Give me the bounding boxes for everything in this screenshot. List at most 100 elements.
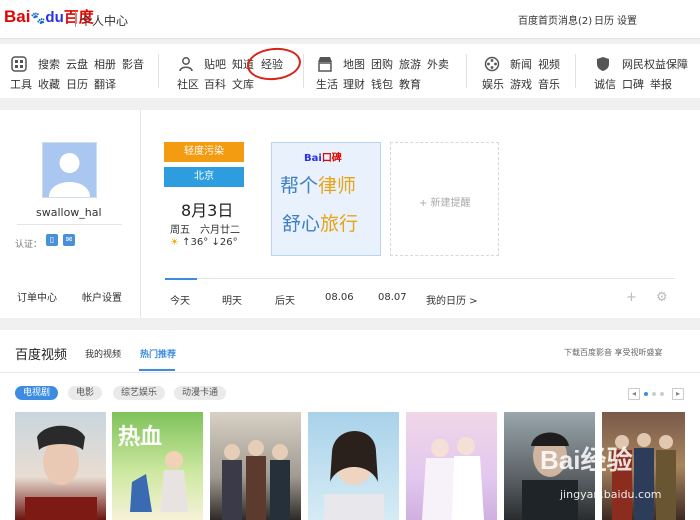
svc-travel[interactable]: 旅游 (399, 56, 421, 72)
temp-high: 36° (190, 237, 209, 248)
account-settings-link[interactable]: 帐户设置 (82, 289, 122, 304)
svc-entertainment[interactable]: 娱乐 (482, 76, 504, 92)
tab-hot-recommend[interactable]: 热门推荐 (140, 347, 176, 360)
grid-icon[interactable] (11, 56, 27, 72)
watermark: Bai经验 jingyan.baidu.com (540, 440, 690, 510)
temp-low: 26° (219, 237, 238, 248)
video-header: 百度视频 我的视频 热门推荐 下载百度影音 享受视听盛宴 (0, 330, 700, 373)
next-button[interactable]: ▸ (672, 388, 684, 400)
svc-wenku[interactable]: 文库 (232, 76, 254, 92)
gear-icon[interactable]: ⚙ (656, 290, 668, 305)
banner-brand-bai: Bai (304, 153, 322, 164)
svc-cloud[interactable]: 云盘 (66, 56, 88, 72)
link-settings[interactable]: 设置 (617, 12, 637, 27)
new-reminder-label: + 新建提醒 (419, 198, 471, 209)
video-poster[interactable]: 热血 (112, 412, 203, 520)
video-title: 百度视频 (15, 348, 68, 363)
username: swallow_hal (36, 206, 102, 219)
shop-icon[interactable] (317, 56, 333, 72)
banner-text: 舒心 (282, 213, 321, 235)
svc-report[interactable]: 举报 (650, 76, 672, 92)
sun-icon: ☀ (170, 237, 179, 248)
phone-icon[interactable]: ▯ (46, 234, 58, 246)
svc-video[interactable]: 视频 (538, 56, 560, 72)
cat-variety[interactable]: 综艺娱乐 (113, 386, 166, 400)
prev-button[interactable]: ◂ (628, 388, 640, 400)
svc-groupbuy[interactable]: 团购 (371, 56, 393, 72)
video-poster[interactable] (15, 412, 106, 520)
watermark-logo: Bai经验 (540, 445, 633, 475)
nav-divider (158, 54, 159, 88)
svc-reputation[interactable]: 口碑 (622, 76, 644, 92)
shield-icon[interactable] (595, 56, 611, 72)
order-center-link[interactable]: 订单中心 (17, 289, 57, 304)
tab-0807[interactable]: 08.07 (378, 292, 407, 303)
temperature: ☀ ↑36° ↓26° (170, 237, 238, 248)
svc-tools[interactable]: 工具 (10, 76, 32, 92)
link-baidu-home[interactable]: 百度首页 (518, 12, 558, 27)
watermark-url: jingyan.baidu.com (560, 488, 662, 501)
svc-album[interactable]: 相册 (94, 56, 116, 72)
carousel-pager: ◂ ▸ (628, 388, 684, 400)
paw-icon: 🐾 (30, 11, 46, 25)
link-calendar[interactable]: 日历 (594, 12, 614, 27)
pager-dot[interactable] (660, 392, 664, 396)
banner-text: 帮个 (280, 175, 319, 197)
svc-translate[interactable]: 翻译 (94, 76, 116, 92)
svc-takeout[interactable]: 外卖 (427, 56, 449, 72)
svc-life[interactable]: 生活 (316, 76, 338, 92)
air-quality-badge: 轻度污染 (164, 142, 244, 162)
banner-text-highlight: 旅行 (320, 213, 359, 235)
active-tab-indicator (165, 278, 197, 280)
tab-day-after[interactable]: 后天 (275, 292, 295, 307)
mail-icon[interactable]: ✉ (63, 234, 75, 246)
tab-tomorrow[interactable]: 明天 (222, 292, 242, 307)
new-reminder-button[interactable]: + 新建提醒 (390, 142, 499, 256)
day-tabs-divider (165, 278, 675, 279)
video-poster[interactable] (406, 412, 497, 520)
auth-label: 认证： (15, 240, 43, 250)
cat-anime[interactable]: 动漫卡通 (174, 386, 227, 400)
film-reel-icon[interactable] (484, 56, 500, 72)
city-badge[interactable]: 北京 (164, 167, 244, 187)
banner-brand-rest: 口碑 (321, 153, 342, 164)
svc-wallet[interactable]: 钱包 (371, 76, 393, 92)
svc-favorites[interactable]: 收藏 (38, 76, 60, 92)
svc-education[interactable]: 教育 (399, 76, 421, 92)
svc-finance[interactable]: 理财 (343, 76, 365, 92)
pager-dot[interactable] (644, 392, 648, 396)
svc-calendar[interactable]: 日历 (66, 76, 88, 92)
tab-0806[interactable]: 08.06 (325, 292, 354, 303)
banner-line-1: 帮个律师 (280, 171, 356, 198)
video-poster[interactable] (210, 412, 301, 520)
cat-tv-series[interactable]: 电视剧 (15, 386, 59, 400)
svc-media[interactable]: 影音 (122, 56, 144, 72)
svc-baike[interactable]: 百科 (204, 76, 226, 92)
weekday: 周五 (170, 225, 190, 236)
svc-map[interactable]: 地图 (343, 56, 365, 72)
page-title: 个人中心 (80, 14, 129, 28)
tab-today[interactable]: 今天 (170, 292, 190, 307)
download-player-link[interactable]: 下载百度影音 享受视听盛宴 (564, 347, 663, 358)
avatar[interactable] (42, 142, 97, 198)
tab-my-calendar[interactable]: 我的日历 > (426, 292, 478, 307)
pager-dot[interactable] (652, 392, 656, 396)
svc-community[interactable]: 社区 (177, 76, 199, 92)
svc-integrity[interactable]: 诚信 (594, 76, 616, 92)
tab-my-videos[interactable]: 我的视频 (85, 347, 121, 360)
video-poster[interactable] (308, 412, 399, 520)
cat-movies[interactable]: 电影 (68, 386, 103, 400)
svc-tieba[interactable]: 贴吧 (204, 56, 226, 72)
svc-games[interactable]: 游戏 (510, 76, 532, 92)
svg-text:热血: 热血 (118, 424, 162, 450)
link-messages[interactable]: 消息(2) (558, 12, 592, 27)
promo-banner[interactable]: Bai口碑 帮个律师 舒心旅行 (271, 142, 381, 256)
svc-search[interactable]: 搜索 (38, 56, 60, 72)
svc-rights[interactable]: 网民权益保障 (622, 56, 688, 72)
svc-music[interactable]: 音乐 (538, 76, 560, 92)
add-icon[interactable]: + (626, 290, 637, 305)
lunar-date: 六月廿二 (200, 225, 240, 236)
person-icon[interactable] (178, 56, 194, 72)
svc-news[interactable]: 新闻 (510, 56, 532, 72)
current-date: 8月3日 (181, 201, 234, 220)
